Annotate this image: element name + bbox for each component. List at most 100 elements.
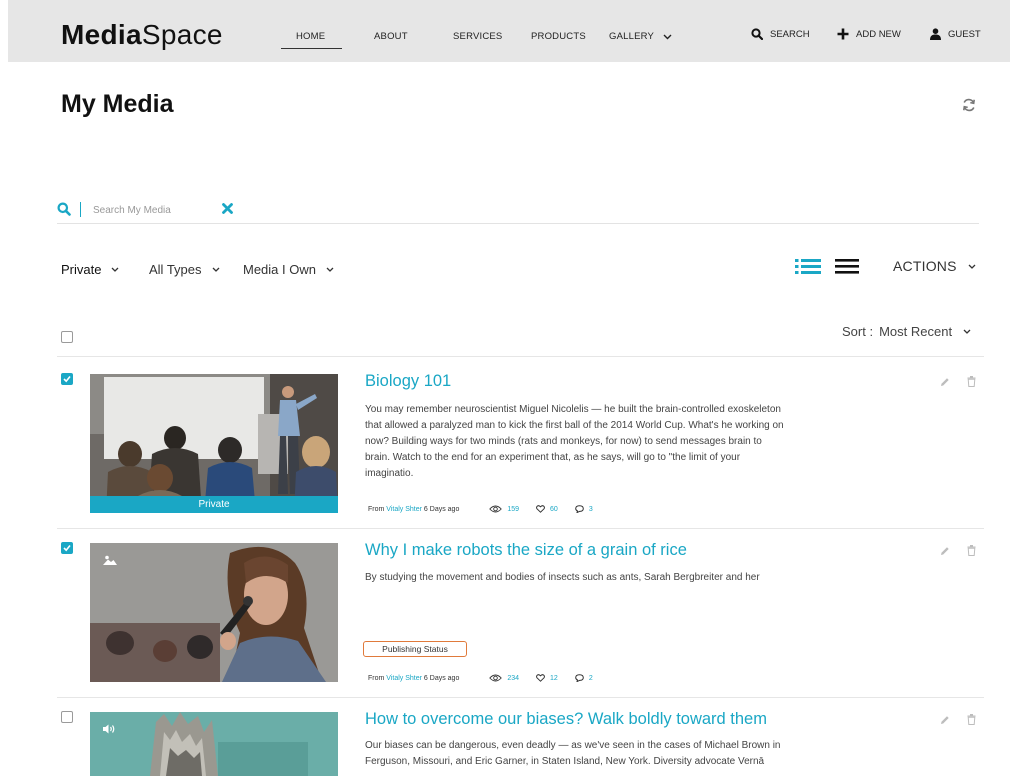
- nav-gallery-label: GALLERY: [609, 31, 655, 42]
- comment-icon: [575, 674, 584, 682]
- comment-icon: [575, 505, 584, 513]
- age-label: 6 Days ago: [423, 505, 460, 513]
- detailed-list-view-icon[interactable]: [795, 258, 821, 275]
- sort-value: Most Recent: [879, 324, 953, 339]
- actions-label: ACTIONS: [893, 258, 957, 274]
- nav-gallery[interactable]: GALLERY: [609, 31, 672, 42]
- nav-home[interactable]: HOME: [296, 31, 325, 42]
- from-label: From: [368, 505, 385, 513]
- chevron-down-icon: [963, 329, 971, 334]
- trash-icon[interactable]: [967, 545, 976, 556]
- refresh-icon[interactable]: [962, 98, 976, 112]
- edit-icon[interactable]: [940, 715, 950, 725]
- likes-count: 60: [550, 505, 558, 513]
- row-checkbox[interactable]: [61, 373, 73, 385]
- chevron-down-icon: [968, 264, 976, 269]
- row-tools: [940, 545, 976, 556]
- media-title-link[interactable]: Why I make robots the size of a grain of…: [365, 541, 687, 560]
- nav-about[interactable]: ABOUT: [374, 31, 408, 42]
- nav-search-button[interactable]: SEARCH: [751, 28, 810, 40]
- media-thumbnail[interactable]: [90, 712, 338, 776]
- search-icon[interactable]: [57, 202, 71, 216]
- eye-icon: [489, 674, 503, 682]
- publishing-status-badge[interactable]: Publishing Status: [363, 641, 467, 657]
- chevron-down-icon: [663, 34, 672, 39]
- type-filter-value: All Types: [149, 262, 202, 277]
- likes-stat: 12: [536, 674, 558, 682]
- media-description: Our biases can be dangerous, even deadly…: [365, 740, 781, 767]
- user-icon: [930, 28, 941, 40]
- row-divider: [57, 697, 984, 698]
- chevron-down-icon: [112, 267, 119, 272]
- owner-link[interactable]: Vitaly Shter: [386, 675, 422, 682]
- nav-add-new-label: ADD NEW: [856, 28, 901, 40]
- search-icon: [751, 28, 763, 40]
- row-divider: [57, 528, 984, 529]
- lecture-photo: [90, 374, 338, 513]
- type-filter-dropdown[interactable]: All Types: [149, 262, 220, 277]
- nav-active-indicator: [281, 48, 342, 49]
- chevron-down-icon: [212, 267, 219, 272]
- row-checkbox[interactable]: [61, 711, 73, 723]
- privacy-filter-value: Private: [61, 262, 102, 277]
- likes-count: 12: [550, 674, 558, 682]
- checkmark-icon: [63, 544, 71, 552]
- row-checkbox[interactable]: [61, 542, 73, 554]
- speaker-photo: [90, 543, 338, 682]
- actions-dropdown[interactable]: ACTIONS: [893, 258, 976, 274]
- nav-products[interactable]: PRODUCTS: [531, 31, 586, 42]
- media-thumbnail[interactable]: Private: [90, 374, 338, 513]
- edit-icon[interactable]: [940, 377, 950, 387]
- sculpture-photo: [90, 712, 338, 776]
- trash-icon[interactable]: [967, 714, 976, 725]
- trash-icon[interactable]: [967, 376, 976, 387]
- views-stat: 234: [489, 674, 519, 682]
- nav-add-new-button[interactable]: ADD NEW: [837, 28, 901, 40]
- top-nav-bar: MediaSpace HOME ABOUT SERVICES PRODUCTS …: [8, 0, 1010, 62]
- comments-stat: 2: [575, 674, 593, 682]
- comments-stat: 3: [575, 505, 593, 513]
- audio-icon: [103, 724, 115, 734]
- search-divider: [80, 202, 81, 217]
- logo-bold-text: Media: [61, 19, 142, 50]
- media-description: You may remember neuroscientist Miguel N…: [365, 404, 784, 479]
- age-label: 6 Days ago: [423, 674, 460, 682]
- search-input[interactable]: [93, 201, 213, 219]
- media-title-link[interactable]: How to overcome our biases? Walk boldly …: [365, 710, 767, 729]
- ownership-filter-value: Media I Own: [243, 262, 316, 277]
- sort-prefix: Sort :: [842, 324, 874, 339]
- close-icon[interactable]: [222, 203, 233, 214]
- image-icon: [103, 555, 117, 565]
- nav-search-label: SEARCH: [770, 28, 810, 40]
- media-meta: From Vitaly Shter 6 Days ago 234 12 2: [368, 674, 593, 682]
- nav-user-button[interactable]: GUEST: [930, 28, 981, 40]
- views-count: 234: [507, 674, 520, 682]
- select-all-checkbox[interactable]: [61, 331, 73, 343]
- nav-services[interactable]: SERVICES: [453, 31, 502, 42]
- page-title: My Media: [61, 90, 174, 118]
- privacy-badge: Private: [90, 496, 338, 513]
- heart-icon: [536, 674, 545, 682]
- views-count: 159: [507, 505, 520, 513]
- comments-count: 3: [588, 505, 593, 513]
- media-description: By studying the movement and bodies of i…: [365, 572, 760, 583]
- owner-link[interactable]: Vitaly Shter: [386, 506, 422, 513]
- search-bar: [57, 200, 979, 224]
- media-title-link[interactable]: Biology 101: [365, 372, 451, 391]
- media-thumbnail[interactable]: [90, 543, 338, 682]
- privacy-filter-dropdown[interactable]: Private: [61, 262, 119, 277]
- compact-list-view-icon[interactable]: [835, 258, 859, 275]
- likes-stat: 60: [536, 505, 558, 513]
- row-tools: [940, 714, 976, 725]
- edit-icon[interactable]: [940, 546, 950, 556]
- sort-dropdown[interactable]: Sort : Most Recent: [842, 324, 971, 339]
- views-stat: 159: [489, 505, 519, 513]
- media-meta: From Vitaly Shter 6 Days ago 159 60 3: [368, 505, 593, 513]
- app-logo[interactable]: MediaSpace: [61, 19, 223, 51]
- ownership-filter-dropdown[interactable]: Media I Own: [243, 262, 334, 277]
- comments-count: 2: [588, 674, 593, 682]
- nav-user-label: GUEST: [948, 28, 981, 40]
- list-divider: [57, 356, 984, 357]
- eye-icon: [489, 505, 503, 513]
- heart-icon: [536, 505, 545, 513]
